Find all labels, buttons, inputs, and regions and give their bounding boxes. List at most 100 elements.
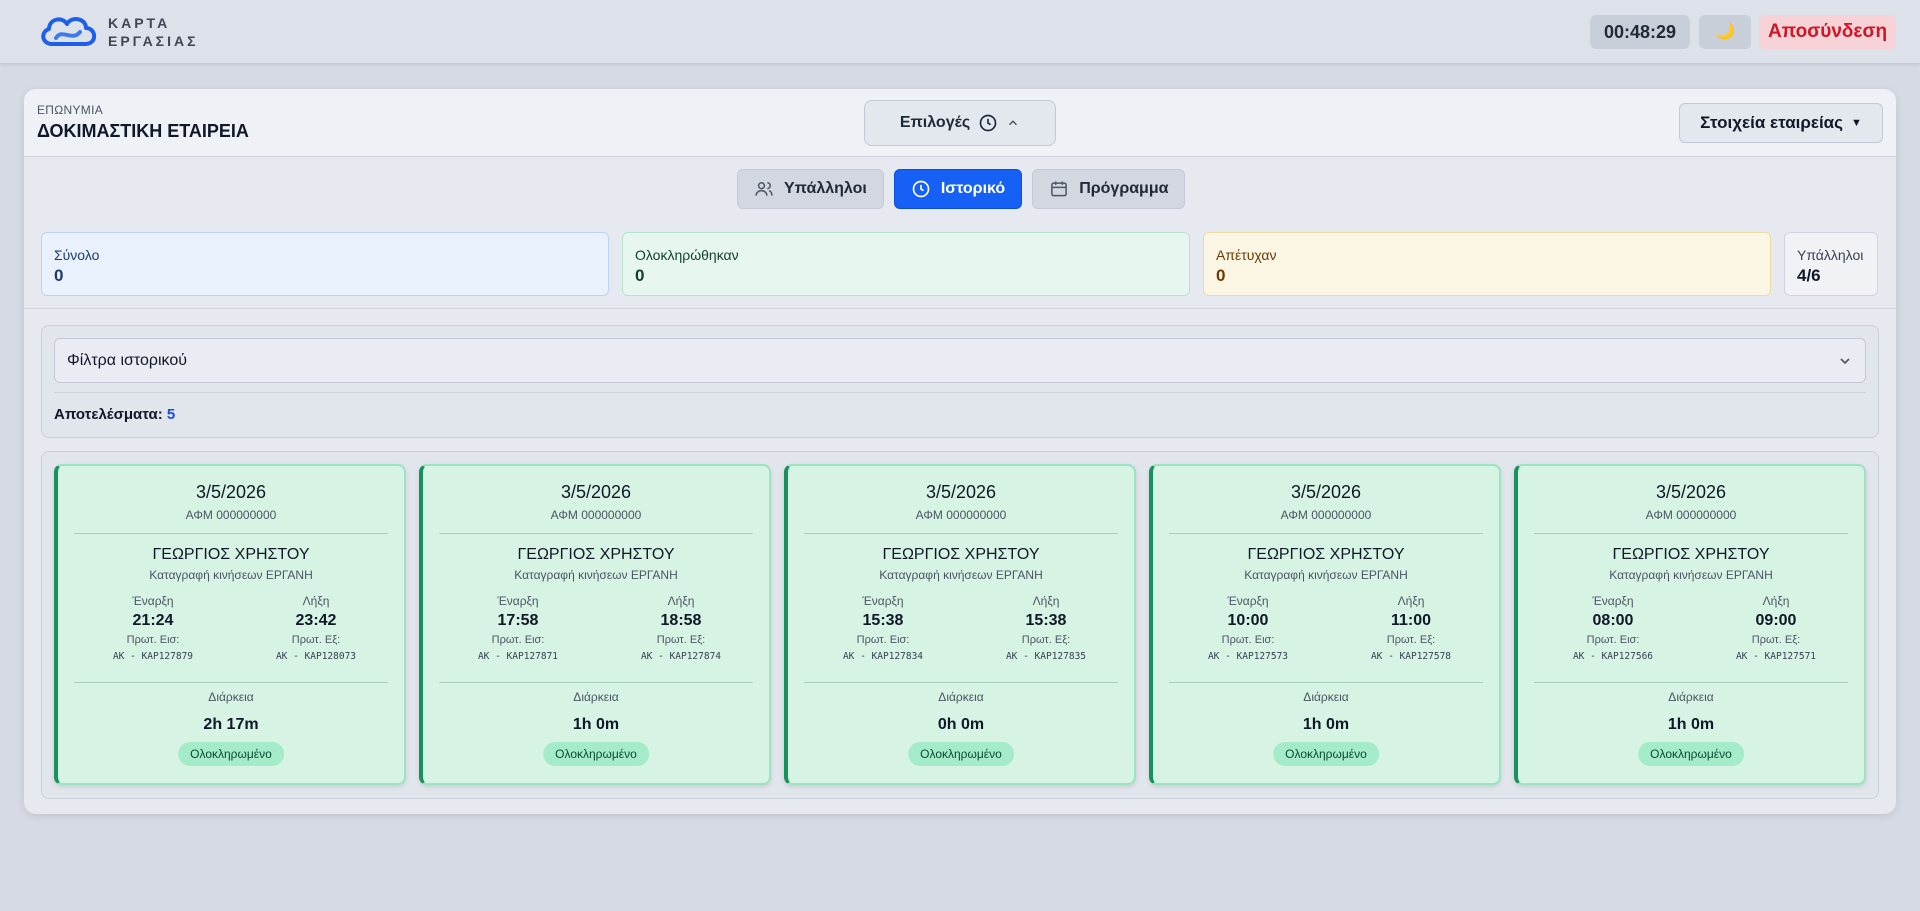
card-first-in-label: Πρωτ. Εισ:	[126, 634, 180, 646]
card-duration-label: Διάρκεια	[1303, 690, 1349, 704]
card-end-column: Λήξη 11:00 Πρωτ. Εξ: AK - KAP127578	[1331, 594, 1491, 662]
history-card[interactable]: 3/5/2026 ΑΦΜ 000000000 ΓΕΩΡΓΙΟΣ ΧΡΗΣΤΟΥ …	[1149, 464, 1501, 785]
card-start-time: 21:24	[132, 612, 174, 629]
history-filters-section: Φίλτρα ιστορικού Αποτελέσματα: 5	[41, 325, 1879, 438]
moon-icon: 🌙	[1715, 23, 1735, 40]
card-duration-label: Διάρκεια	[938, 690, 984, 704]
card-divider	[1534, 533, 1848, 534]
card-first-in-label: Πρωτ. Εισ:	[856, 634, 910, 646]
card-duration-value: 2h 17m	[203, 716, 259, 733]
card-duration-value: 1h 0m	[1302, 716, 1350, 733]
card-end-column: Λήξη 09:00 Πρωτ. Εξ: AK - KAP127571	[1696, 594, 1856, 662]
card-status-badge: Ολοκληρωμένο	[1638, 742, 1744, 766]
card-end-column: Λήξη 15:38 Πρωτ. Εξ: AK - KAP127835	[966, 594, 1126, 662]
logo-line-2: ΕΡΓΑΣΙΑΣ	[108, 33, 199, 49]
card-start-label: Έναρξη	[497, 594, 539, 608]
card-first-out-code: AK - KAP128073	[275, 651, 357, 662]
card-first-in-code: AK - KAP127573	[1207, 651, 1289, 662]
main-panel: ΕΠΩΝΥΜΙΑ ΔΟΚΙΜΑΣΤΙΚΗ ΕΤΑΙΡΕΙΑ Επιλογές Σ…	[24, 89, 1896, 814]
options-label: Επιλογές	[899, 114, 971, 131]
card-status-badge: Ολοκληρωμένο	[1273, 742, 1379, 766]
tab-employees-label: Υπάλληλοι	[784, 180, 867, 197]
card-first-out-label: Πρωτ. Εξ:	[291, 634, 341, 646]
clock-icon	[912, 180, 930, 198]
card-first-out-code: AK - KAP127578	[1370, 651, 1452, 662]
card-start-time: 15:38	[862, 612, 904, 629]
card-first-out-label: Πρωτ. Εξ:	[1751, 634, 1801, 646]
session-timer: 00:48:29	[1590, 15, 1690, 49]
card-divider	[1534, 682, 1848, 683]
card-divider	[439, 533, 753, 534]
card-start-label: Έναρξη	[132, 594, 174, 608]
card-afm: ΑΦΜ 000000000	[1280, 508, 1372, 522]
card-date: 3/5/2026	[1655, 482, 1727, 502]
clock-icon	[979, 114, 997, 132]
users-icon	[755, 182, 773, 196]
tab-bar: Υπάλληλοι Ιστορικό Πρόγραμμα	[737, 169, 1186, 209]
stat-employees-value: 4/6	[1797, 266, 1821, 285]
results-number: 5	[166, 406, 176, 423]
history-filters-title: Φίλτρα ιστορικού	[67, 351, 187, 369]
card-afm: ΑΦΜ 000000000	[550, 508, 642, 522]
card-first-in-code: AK - KAP127566	[1572, 651, 1654, 662]
card-first-in-code: AK - KAP127871	[477, 651, 559, 662]
card-duration-label: Διάρκεια	[1668, 690, 1714, 704]
card-first-in-code: AK - KAP127879	[112, 651, 194, 662]
stat-employees-label: Υπάλληλοι	[1797, 247, 1864, 263]
card-date: 3/5/2026	[1290, 482, 1362, 502]
card-date: 3/5/2026	[195, 482, 267, 502]
card-divider	[804, 533, 1118, 534]
history-card[interactable]: 3/5/2026 ΑΦΜ 000000000 ΓΕΩΡΓΙΟΣ ΧΡΗΣΤΟΥ …	[1514, 464, 1866, 785]
card-start-column: Έναρξη 10:00 Πρωτ. Εισ: AK - KAP127573	[1168, 594, 1328, 662]
card-duration-value: 0h 0m	[937, 716, 985, 733]
results-label: Αποτελέσματα:	[54, 406, 163, 423]
app-logo[interactable]: ΚΑΡΤΑ ΕΡΓΑΣΙΑΣ	[38, 12, 198, 52]
card-duration-value: 1h 0m	[572, 716, 620, 733]
top-bar: ΚΑΡΤΑ ΕΡΓΑΣΙΑΣ 00:48:29 🌙 Αποσύνδεση	[0, 0, 1920, 64]
stat-failed: Απέτυχαν 0	[1203, 232, 1771, 296]
caret-down-icon: ▼	[1850, 117, 1862, 129]
card-end-time: 09:00	[1755, 612, 1797, 629]
stat-total: Σύνολο 0	[41, 232, 609, 296]
card-status-badge: Ολοκληρωμένο	[908, 742, 1014, 766]
history-filters-toggle[interactable]: Φίλτρα ιστορικού	[54, 338, 1866, 383]
tab-employees[interactable]: Υπάλληλοι	[737, 169, 884, 209]
chevron-down-icon	[1840, 357, 1850, 364]
card-duration-label: Διάρκεια	[208, 690, 254, 704]
stat-completed-label: Ολοκληρώθηκαν	[635, 247, 739, 263]
history-card[interactable]: 3/5/2026 ΑΦΜ 000000000 ΓΕΩΡΓΙΟΣ ΧΡΗΣΤΟΥ …	[419, 464, 771, 785]
card-description: Καταγραφή κινήσεων ΕΡΓΑΝΗ	[514, 568, 678, 582]
company-info-label: Στοιχεία εταιρείας	[1700, 113, 1843, 132]
card-end-label: Λήξη	[667, 594, 695, 608]
logout-button[interactable]: Αποσύνδεση	[1759, 15, 1896, 49]
company-label: ΕΠΩΝΥΜΙΑ	[37, 103, 104, 117]
history-card[interactable]: 3/5/2026 ΑΦΜ 000000000 ΓΕΩΡΓΙΟΣ ΧΡΗΣΤΟΥ …	[54, 464, 406, 785]
card-start-time: 17:58	[497, 612, 539, 629]
card-end-label: Λήξη	[1032, 594, 1060, 608]
theme-toggle-button[interactable]: 🌙	[1699, 15, 1751, 49]
tab-history-label: Ιστορικό	[940, 180, 1006, 197]
stat-total-value: 0	[54, 266, 64, 285]
card-start-label: Έναρξη	[1592, 594, 1634, 608]
card-employee-name: ΓΕΩΡΓΙΟΣ ΧΡΗΣΤΟΥ	[882, 546, 1040, 563]
tab-history[interactable]: Ιστορικό	[893, 169, 1023, 209]
company-info-dropdown[interactable]: Στοιχεία εταιρείας ▼	[1679, 103, 1883, 143]
history-card[interactable]: 3/5/2026 ΑΦΜ 000000000 ΓΕΩΡΓΙΟΣ ΧΡΗΣΤΟΥ …	[784, 464, 1136, 785]
card-date: 3/5/2026	[560, 482, 632, 502]
section-divider	[24, 308, 1896, 309]
filter-divider	[54, 392, 1866, 393]
card-end-column: Λήξη 23:42 Πρωτ. Εξ: AK - KAP128073	[236, 594, 396, 662]
card-end-label: Λήξη	[1397, 594, 1425, 608]
card-first-in-label: Πρωτ. Εισ:	[1221, 634, 1275, 646]
card-description: Καταγραφή κινήσεων ΕΡΓΑΝΗ	[1244, 568, 1408, 582]
results-count: Αποτελέσματα: 5	[54, 406, 175, 423]
card-divider	[804, 682, 1118, 683]
options-button[interactable]: Επιλογές	[864, 100, 1056, 146]
card-duration-value: 1h 0m	[1667, 716, 1715, 733]
card-description: Καταγραφή κινήσεων ΕΡΓΑΝΗ	[879, 568, 1043, 582]
card-employee-name: ΓΕΩΡΓΙΟΣ ΧΡΗΣΤΟΥ	[1247, 546, 1405, 563]
tab-schedule[interactable]: Πρόγραμμα	[1032, 169, 1186, 209]
card-divider	[1169, 682, 1483, 683]
card-end-time: 18:58	[660, 612, 702, 629]
history-cards-list: 3/5/2026 ΑΦΜ 000000000 ΓΕΩΡΓΙΟΣ ΧΡΗΣΤΟΥ …	[41, 451, 1879, 799]
